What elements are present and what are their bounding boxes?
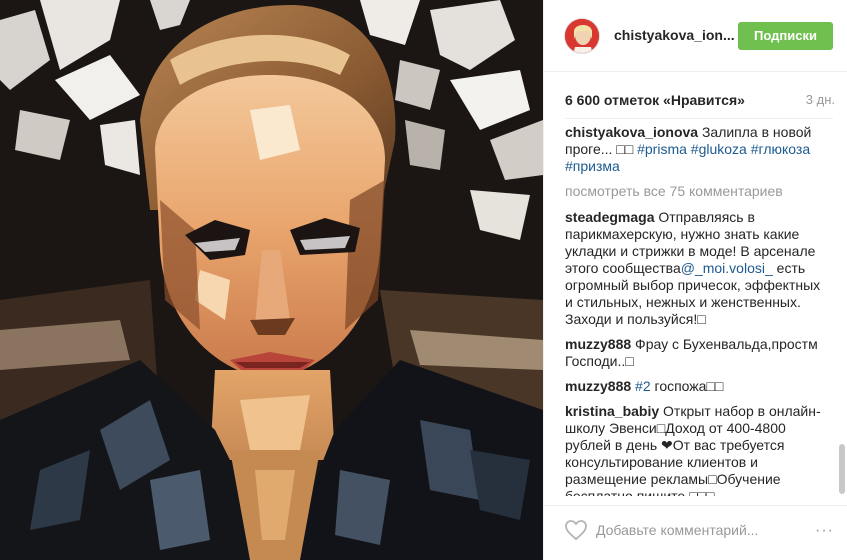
scrollbar-thumb[interactable] [839, 444, 845, 494]
comment-username[interactable]: steadegmaga [565, 209, 654, 225]
comment-item: kristina_babiy Открыт набор в онлайн-шко… [565, 403, 821, 496]
post-author-username[interactable]: chistyakova_ion... [614, 27, 735, 43]
likes-row: 6 600 отметок «Нравится» 3 дн. [565, 92, 835, 110]
comment-text: госпожа□□ [650, 378, 724, 394]
add-comment-input[interactable]: Добавьте комментарий... [596, 522, 758, 538]
avatar-image [565, 19, 599, 53]
post-age[interactable]: 3 дн. [806, 92, 835, 107]
comment-mention[interactable]: @_moi.volosi_ [681, 260, 773, 276]
caption-emoji: □□ [616, 141, 638, 157]
comment-item: steadegmaga Отправляясь в парикмахерскую… [565, 209, 821, 328]
view-all-comments-link[interactable]: посмотреть все 75 комментариев [565, 183, 843, 199]
comment-username[interactable]: kristina_babiy [565, 403, 659, 419]
comment-item: muzzy888 #2 госпожа□□ [565, 378, 821, 395]
comment-hashtag[interactable]: #2 [635, 378, 651, 394]
caption: chistyakova_ionova Залипла в новой проге… [565, 124, 821, 175]
heart-icon[interactable] [564, 519, 588, 541]
avatar[interactable] [564, 18, 600, 54]
hashtag[interactable]: #глюкоза [751, 141, 810, 157]
more-options-icon[interactable]: ··· [815, 522, 834, 540]
post-photo[interactable] [0, 0, 543, 560]
comments-scrollbar[interactable] [839, 124, 845, 496]
comment-username[interactable]: muzzy888 [565, 378, 631, 394]
caption-username[interactable]: chistyakova_ionova [565, 124, 698, 140]
post-header: chistyakova_ion... Подписки [544, 0, 847, 72]
post-details-panel: chistyakova_ion... Подписки 6 600 отмето… [543, 0, 847, 560]
comments-list[interactable]: chistyakova_ionova Залипла в новой проге… [565, 124, 843, 496]
comment-username[interactable]: muzzy888 [565, 336, 631, 352]
likes-count[interactable]: 6 600 отметок «Нравится» [565, 92, 745, 108]
hashtag[interactable]: #призма [565, 158, 620, 174]
instagram-post-view: chistyakova_ion... Подписки 6 600 отмето… [0, 0, 847, 560]
portrait-image [0, 0, 543, 560]
hashtag[interactable]: #glukoza [691, 141, 747, 157]
follow-button[interactable]: Подписки [738, 22, 833, 50]
comment-item: muzzy888 Фрау с Бухенвальда,простм Госпо… [565, 336, 821, 370]
hashtag[interactable]: #prisma [637, 141, 687, 157]
post-footer: Добавьте комментарий... ··· [544, 505, 847, 560]
divider [565, 118, 833, 119]
